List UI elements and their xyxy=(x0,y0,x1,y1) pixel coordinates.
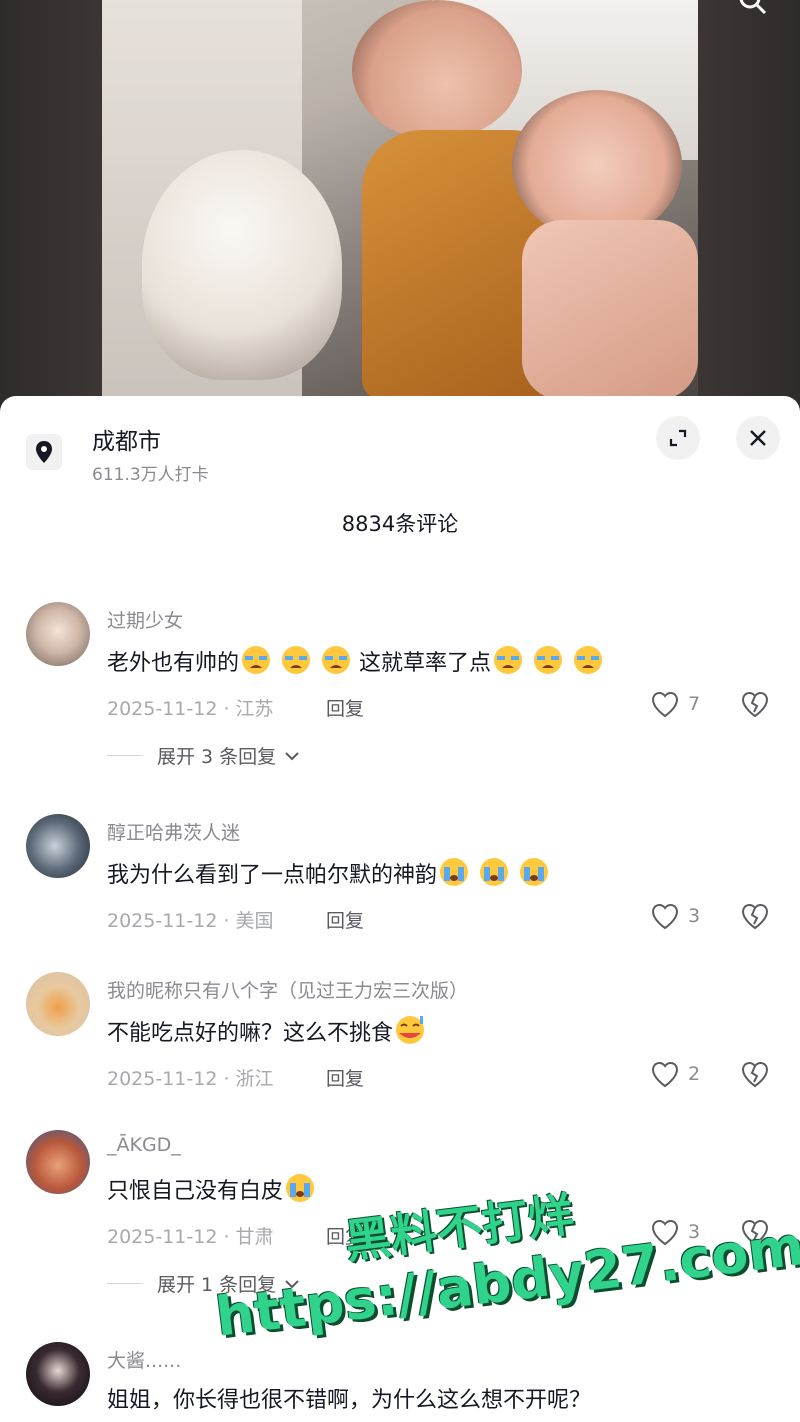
comment-text: 不能吃点好的嘛？这么不挑食 xyxy=(107,1014,433,1047)
crying-emoji-icon xyxy=(574,646,603,674)
like-count: 3 xyxy=(688,905,701,927)
comments-sheet: 成都市 611.3万人打卡 8834条评论 过期少女 老外也有帅的 这就草率了点 … xyxy=(0,396,800,1422)
comment-text-part: 只恨自己没有白皮 xyxy=(107,1179,284,1204)
location-pin-icon xyxy=(26,434,62,470)
close-icon xyxy=(750,430,766,446)
expand-button[interactable] xyxy=(656,416,700,460)
reply-button[interactable]: 回复 xyxy=(326,694,364,721)
like-count: 7 xyxy=(688,693,701,715)
comment-text-part: 老外也有帅的 xyxy=(107,651,240,676)
comment-text: 只恨自己没有白皮 xyxy=(107,1172,323,1205)
comment-text-part: 我为什么看到了一点帕尔默的神韵 xyxy=(107,863,438,888)
location-title[interactable]: 成都市 xyxy=(92,422,161,456)
like-button[interactable]: 7 xyxy=(650,690,700,718)
comment-username[interactable]: 醇正哈弗茨人迷 xyxy=(107,818,240,845)
heart-icon xyxy=(651,1061,679,1088)
search-icon[interactable] xyxy=(738,0,768,16)
heart-icon xyxy=(651,903,679,930)
comment-text-part: 这就草率了点 xyxy=(359,651,492,676)
comment-date-region: 2025-11-12 · 甘肃 xyxy=(107,1226,274,1248)
broken-heart-icon xyxy=(741,1061,769,1088)
avatar[interactable] xyxy=(26,602,90,666)
sobbing-emoji-icon xyxy=(440,858,469,886)
comment-text: 我为什么看到了一点帕尔默的神韵 xyxy=(107,856,557,889)
comment-text: 老外也有帅的 这就草率了点 xyxy=(107,644,611,677)
photo-viewer xyxy=(0,0,800,410)
like-button[interactable]: 3 xyxy=(650,902,700,930)
broken-heart-icon xyxy=(741,691,769,718)
reply-button[interactable]: 回复 xyxy=(326,1064,364,1091)
cat-figure xyxy=(142,150,342,380)
avatar[interactable] xyxy=(26,972,90,1036)
crying-emoji-icon xyxy=(322,646,351,674)
sobbing-emoji-icon xyxy=(520,858,549,886)
expand-replies[interactable]: 展开 3 条回复 xyxy=(107,742,302,769)
broken-heart-icon xyxy=(741,903,769,930)
sobbing-emoji-icon xyxy=(480,858,509,886)
crying-emoji-icon xyxy=(242,646,271,674)
drooling-emoji-icon xyxy=(396,1016,425,1044)
chevron-down-icon xyxy=(285,751,299,760)
dislike-button[interactable] xyxy=(740,902,770,934)
avatar[interactable] xyxy=(26,1130,90,1194)
like-count: 2 xyxy=(688,1063,701,1085)
comment-date-region: 2025-11-12 · 浙江 xyxy=(107,1068,274,1090)
comment-username[interactable]: _ĀKGD_ xyxy=(107,1134,181,1156)
location-checkins: 611.3万人打卡 xyxy=(92,465,209,485)
reply-button[interactable]: 回复 xyxy=(326,906,364,933)
dislike-button[interactable] xyxy=(740,690,770,722)
comment-username[interactable]: 我的昵称只有八个字（见过王力宏三次版） xyxy=(107,976,468,1003)
crying-emoji-icon xyxy=(282,646,311,674)
avatar[interactable] xyxy=(26,1342,90,1406)
close-button[interactable] xyxy=(736,416,780,460)
dislike-button[interactable] xyxy=(740,1060,770,1092)
comments-count: 8834条评论 xyxy=(341,512,459,536)
expand-replies-label: 展开 3 条回复 xyxy=(157,746,277,768)
comment-username[interactable]: 过期少女 xyxy=(107,606,183,633)
comment-date-region: 2025-11-12 · 江苏 xyxy=(107,698,274,720)
comment-date-region: 2025-11-12 · 美国 xyxy=(107,910,274,932)
like-button[interactable]: 2 xyxy=(650,1060,700,1088)
expand-icon xyxy=(669,429,687,447)
crying-emoji-icon xyxy=(494,646,523,674)
avatar[interactable] xyxy=(26,814,90,878)
crying-emoji-icon xyxy=(534,646,563,674)
comment-text: 姐姐，你长得也很不错啊，为什么这么想不开呢？ xyxy=(107,1388,592,1413)
sobbing-emoji-icon xyxy=(286,1174,315,1202)
heart-icon xyxy=(651,691,679,718)
comment-username[interactable]: 大酱...... xyxy=(107,1346,181,1373)
post-photo xyxy=(102,0,698,400)
comment-text-part: 不能吃点好的嘛？这么不挑食 xyxy=(107,1021,394,1046)
